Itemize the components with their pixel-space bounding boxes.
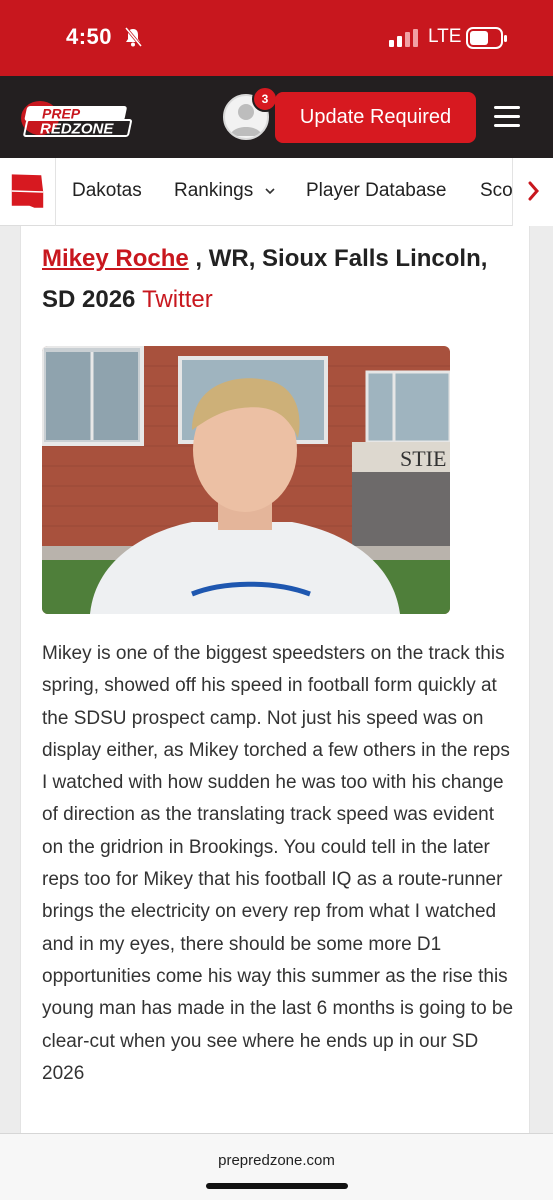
- chevron-down-icon: [264, 188, 275, 195]
- dakotas-state-icon[interactable]: [0, 158, 56, 226]
- nav-scouting[interactable]: Sco: [480, 180, 512, 202]
- update-required-button[interactable]: Update Required: [275, 92, 476, 143]
- site-header: PREP REDZONE 3 Update Required: [0, 76, 553, 158]
- bell-muted-icon: [124, 27, 142, 47]
- prep-redzone-logo[interactable]: PREP REDZONE: [20, 98, 136, 138]
- article-card: Mikey Roche , WR, Sioux Falls Lincoln, S…: [20, 226, 530, 1146]
- nav-rankings[interactable]: Rankings: [174, 180, 275, 202]
- logo-text-top: PREP: [42, 106, 81, 122]
- section-nav: Dakotas Rankings Player Database Sco: [0, 158, 553, 226]
- browser-url-bar[interactable]: prepredzone.com: [0, 1133, 553, 1200]
- status-bar: 4:50 LTE: [0, 0, 553, 76]
- network-label: LTE: [428, 26, 462, 47]
- player-name-link[interactable]: Mikey Roche: [42, 245, 189, 272]
- chevron-right-icon: [528, 181, 539, 201]
- nav-dakotas[interactable]: Dakotas: [72, 180, 142, 202]
- battery-icon: [466, 27, 507, 49]
- signal-icon: [389, 29, 418, 47]
- url-text[interactable]: prepredzone.com: [0, 1152, 553, 1169]
- home-indicator[interactable]: [206, 1183, 348, 1189]
- twitter-link[interactable]: Twitter: [142, 286, 213, 313]
- nav-scroll-right-button[interactable]: [512, 158, 553, 226]
- nav-rankings-label: Rankings: [174, 180, 254, 201]
- status-time: 4:50: [66, 24, 113, 49]
- logo-text-bottom: REDZONE: [40, 121, 114, 138]
- nav-player-database[interactable]: Player Database: [306, 180, 446, 202]
- article-body: Mikey is one of the biggest speedsters o…: [42, 643, 514, 1084]
- photo-sign-text: STIE: [400, 446, 446, 471]
- player-photo: STIE: [42, 346, 450, 614]
- article-headline: Mikey Roche , WR, Sioux Falls Lincoln, S…: [42, 238, 512, 320]
- hamburger-menu-icon[interactable]: [494, 106, 520, 128]
